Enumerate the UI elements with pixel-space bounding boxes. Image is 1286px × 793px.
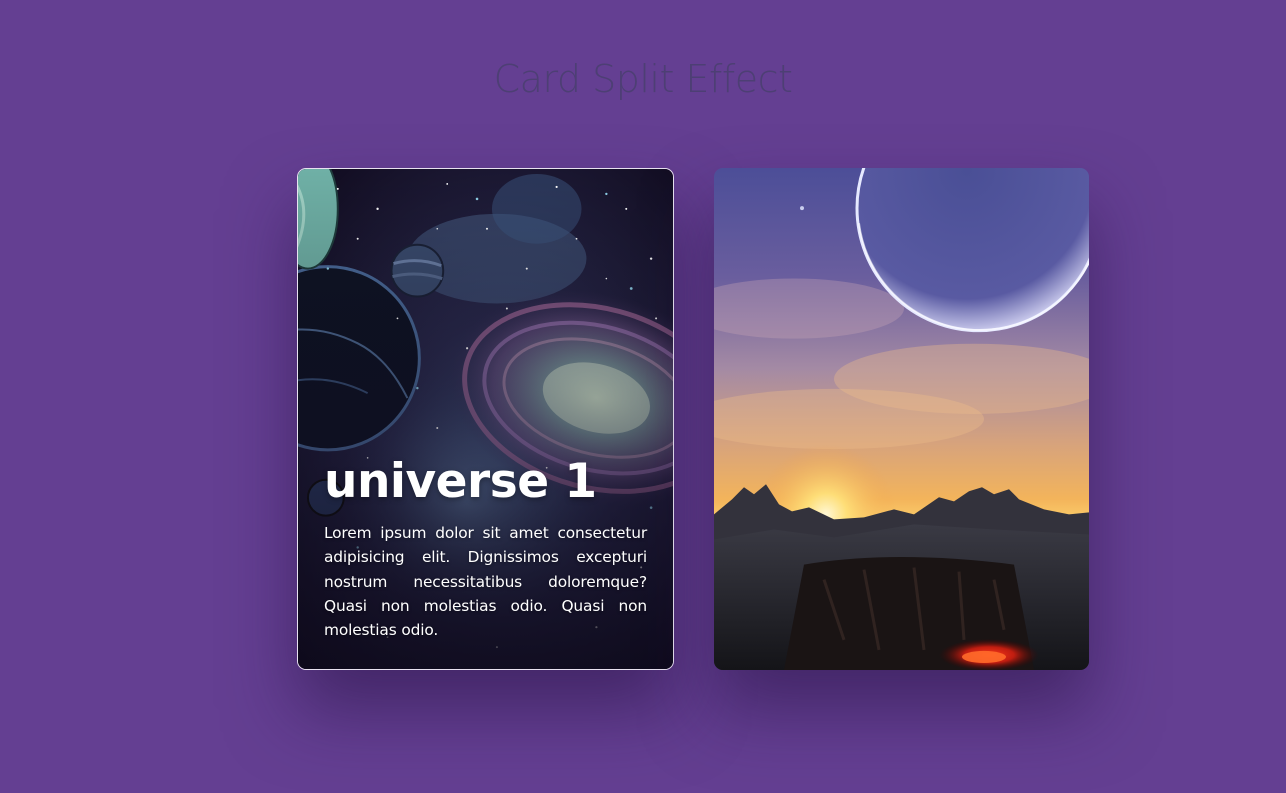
card-description: Lorem ipsum dolor sit amet consectetur a… [324,524,647,640]
card-title: universe 1 [324,454,597,509]
card-content: universe 1 Lorem ipsum dolor sit amet co… [324,451,647,642]
planet-sunset-image [714,168,1089,670]
card-universe-1[interactable]: universe 1 Lorem ipsum dolor sit amet co… [297,168,674,670]
page-title: Card Split Effect [493,57,793,101]
card-alien-landscape[interactable] [714,168,1089,670]
